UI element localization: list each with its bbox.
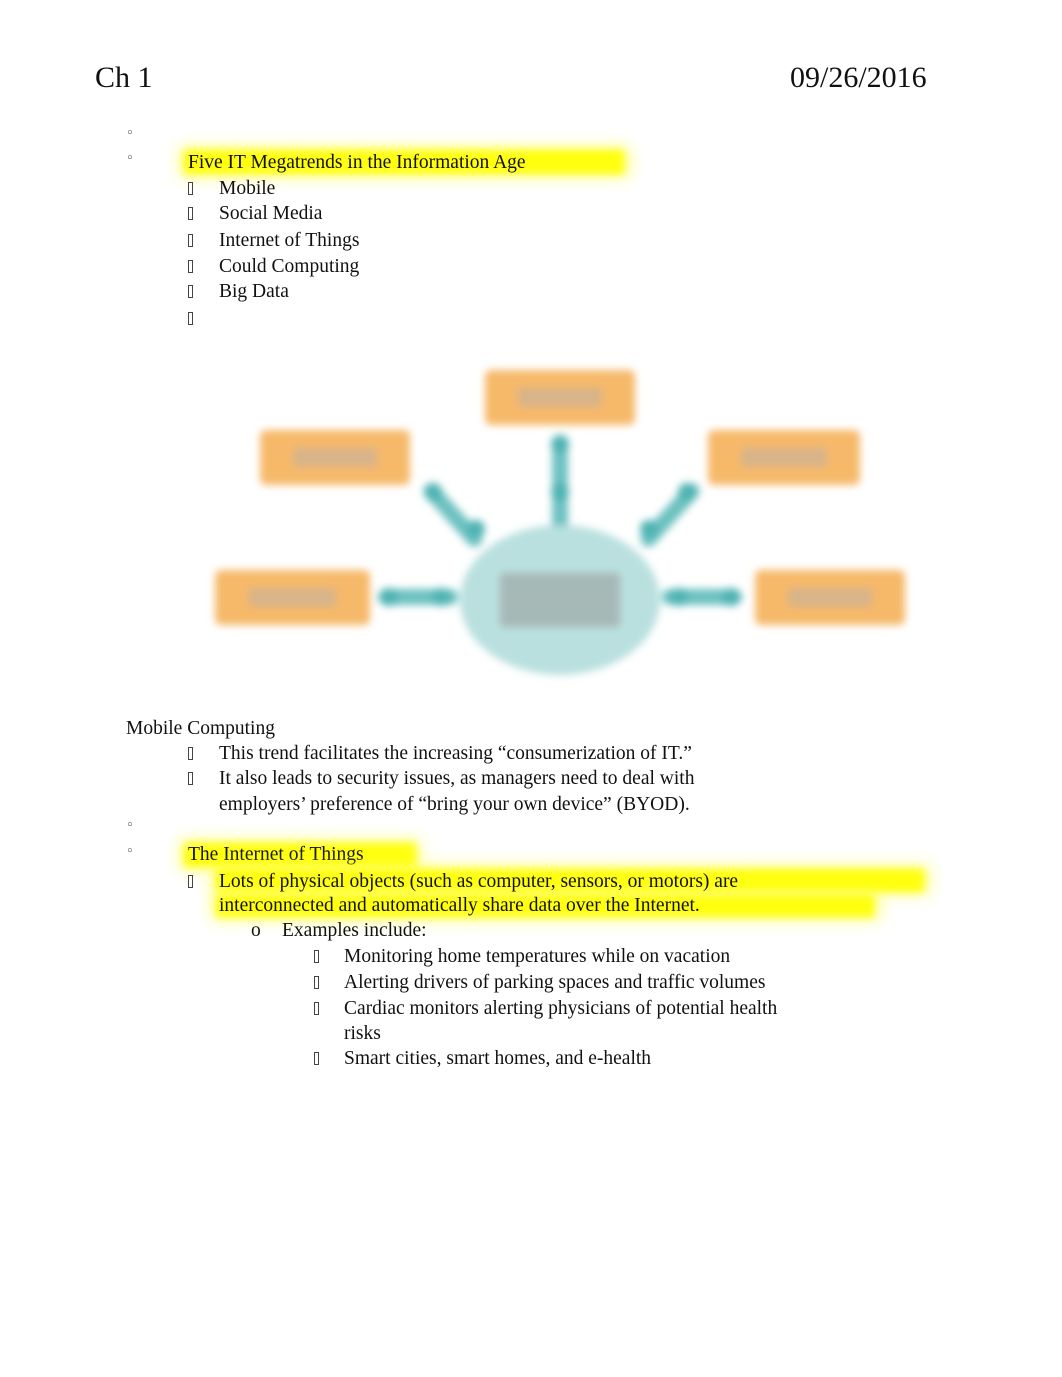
bullet-icon: [188, 285, 193, 298]
bullet-icon: [188, 772, 193, 785]
diagram-box-right: [755, 570, 905, 625]
list-item: Mobile: [219, 178, 276, 199]
bullet-icon: [188, 875, 193, 888]
box-label-placeholder: [741, 447, 827, 468]
hub-label-placeholder: [500, 573, 620, 627]
bullet-icon: [314, 950, 319, 963]
arrow-head: [432, 588, 450, 606]
box-label-placeholder: [788, 587, 872, 608]
hollow-bullet-icon: ◦: [126, 126, 134, 141]
hollow-bullet-icon: ◦: [126, 818, 134, 833]
bullet-icon: [188, 747, 193, 760]
diagram-box-upper-right: [708, 430, 860, 485]
arrow-head: [380, 588, 398, 606]
diagram-hub: [460, 525, 660, 675]
list-item: Social Media: [219, 203, 323, 224]
list-item: This trend facilitates the increasing “c…: [219, 743, 692, 764]
box-label-placeholder: [518, 387, 602, 408]
examples-heading: Examples include:: [282, 920, 427, 941]
list-item: Internet of Things: [219, 230, 360, 251]
arrow-head: [722, 588, 740, 606]
box-label-placeholder: [293, 447, 377, 468]
document-date: 09/26/2016: [790, 61, 927, 94]
sub-bullet-marker: o: [251, 920, 261, 941]
diagram-box-left: [215, 570, 370, 625]
list-item-continuation: interconnected and automatically share d…: [219, 895, 700, 916]
list-item: It also leads to security issues, as man…: [219, 768, 695, 789]
section-heading-megatrends: Five IT Megatrends in the Information Ag…: [188, 152, 526, 173]
box-label-placeholder: [249, 587, 336, 608]
bullet-icon: [188, 260, 193, 273]
list-item: Big Data: [219, 281, 289, 302]
list-item: Monitoring home temperatures while on va…: [344, 946, 731, 967]
section-heading-iot: The Internet of Things: [188, 844, 364, 865]
arrow-head: [670, 588, 688, 606]
arrow-head: [640, 520, 658, 538]
diagram-box-top: [485, 370, 635, 425]
megatrends-diagram: [200, 355, 920, 685]
bullet-icon: [314, 1002, 319, 1015]
list-item: Smart cities, smart homes, and e-health: [344, 1048, 652, 1069]
arrow-head: [551, 483, 569, 501]
arrow-head: [551, 435, 569, 453]
diagram-box-upper-left: [260, 430, 410, 485]
list-item-continuation: employers’ preference of “bring your own…: [219, 794, 690, 815]
section-heading-mobile: Mobile Computing: [126, 718, 275, 739]
list-item-continuation: risks: [344, 1023, 381, 1044]
arrow-head: [424, 483, 442, 501]
hollow-bullet-icon: ◦: [126, 844, 134, 859]
bullet-icon: [188, 207, 193, 220]
arrow-head: [678, 483, 696, 501]
bullet-icon: [188, 182, 193, 195]
document-title: Ch 1: [95, 61, 153, 94]
bullet-icon: [188, 312, 193, 325]
list-item: Alerting drivers of parking spaces and t…: [344, 972, 766, 993]
bullet-icon: [314, 976, 319, 989]
bullet-icon: [188, 234, 193, 247]
list-item: Could Computing: [219, 256, 360, 277]
bullet-icon: [314, 1052, 319, 1065]
list-item: Cardiac monitors alerting physicians of …: [344, 998, 778, 1019]
hollow-bullet-icon: ◦: [126, 151, 134, 166]
list-item: Lots of physical objects (such as comput…: [219, 871, 739, 892]
arrow-head: [467, 520, 485, 538]
